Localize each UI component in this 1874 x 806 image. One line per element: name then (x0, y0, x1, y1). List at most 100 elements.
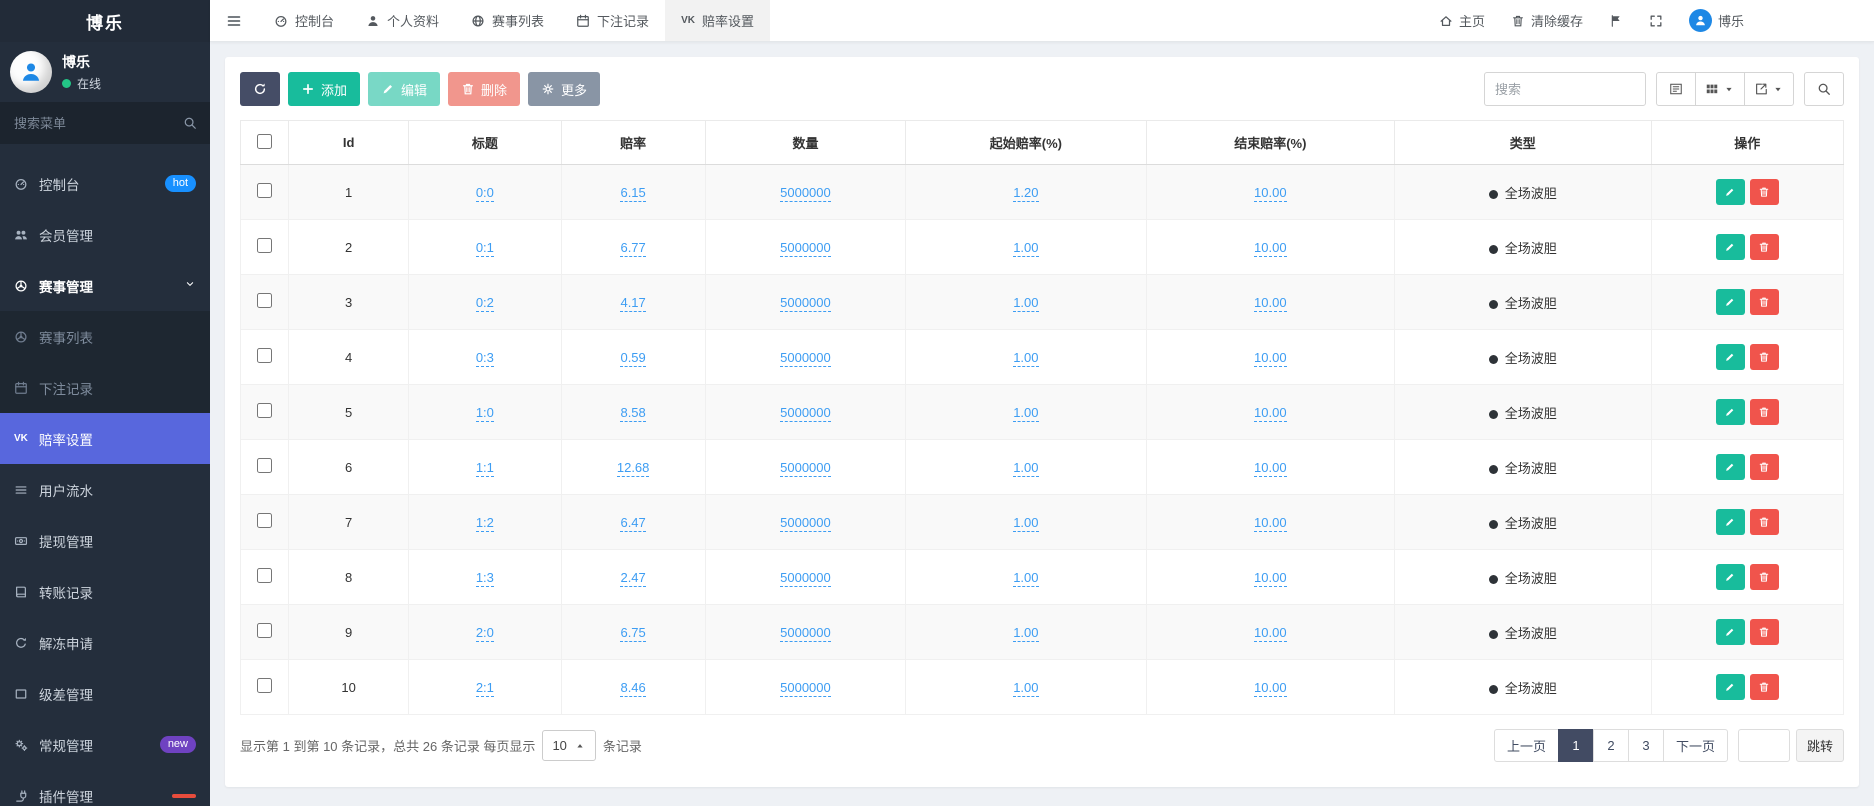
editable-end-odds[interactable]: 10.00 (1254, 295, 1287, 312)
editable-title[interactable]: 0:3 (476, 350, 494, 367)
row-checkbox[interactable] (257, 568, 272, 583)
editable-amount[interactable]: 5000000 (780, 240, 831, 257)
more-button[interactable]: 更多 (528, 72, 600, 106)
column-header-类型[interactable]: 类型 (1395, 121, 1651, 165)
editable-start-odds[interactable]: 1.00 (1013, 405, 1038, 422)
select-all-checkbox[interactable] (257, 134, 272, 149)
sidebar-item-常规管理[interactable]: 常规管理new (0, 719, 210, 770)
row-checkbox[interactable] (257, 513, 272, 528)
sidebar-item-级差管理[interactable]: 级差管理 (0, 668, 210, 719)
sidebar-item-赔率设置[interactable]: VK赔率设置 (0, 413, 210, 464)
editable-amount[interactable]: 5000000 (780, 295, 831, 312)
delete-button[interactable]: 删除 (448, 72, 520, 106)
row-edit-button[interactable] (1716, 289, 1745, 315)
editable-start-odds[interactable]: 1.00 (1013, 460, 1038, 477)
sidebar-item-用户流水[interactable]: 用户流水 (0, 464, 210, 515)
row-checkbox[interactable] (257, 458, 272, 473)
columns-button[interactable] (1695, 72, 1745, 106)
search-toggle-button[interactable] (1804, 72, 1844, 106)
editable-title[interactable]: 0:1 (476, 240, 494, 257)
next-page-button[interactable]: 下一页 (1663, 729, 1728, 762)
editable-start-odds[interactable]: 1.00 (1013, 680, 1038, 697)
tab-赛事列表[interactable]: 赛事列表 (455, 0, 560, 41)
column-header-起始赔率(%)[interactable]: 起始赔率(%) (906, 121, 1146, 165)
row-checkbox[interactable] (257, 293, 272, 308)
editable-odds[interactable]: 6.77 (620, 240, 645, 257)
editable-amount[interactable]: 5000000 (780, 515, 831, 532)
row-delete-button[interactable] (1750, 344, 1779, 370)
editable-odds[interactable]: 6.47 (620, 515, 645, 532)
editable-end-odds[interactable]: 10.00 (1254, 570, 1287, 587)
editable-amount[interactable]: 5000000 (780, 405, 831, 422)
editable-title[interactable]: 0:2 (476, 295, 494, 312)
clear-cache-link[interactable]: 清除缓存 (1511, 11, 1583, 30)
row-delete-button[interactable] (1750, 179, 1779, 205)
editable-odds[interactable]: 6.75 (620, 625, 645, 642)
editable-odds[interactable]: 0.59 (620, 350, 645, 367)
editable-title[interactable]: 1:3 (476, 570, 494, 587)
sidebar-item-下注记录[interactable]: 下注记录 (0, 362, 210, 413)
editable-start-odds[interactable]: 1.00 (1013, 515, 1038, 532)
editable-end-odds[interactable]: 10.00 (1254, 240, 1287, 257)
editable-amount[interactable]: 5000000 (780, 570, 831, 587)
row-edit-button[interactable] (1716, 344, 1745, 370)
tab-个人资料[interactable]: 个人资料 (350, 0, 455, 41)
tab-控制台[interactable]: 控制台 (258, 0, 350, 41)
brand-logo[interactable]: 博乐 (0, 0, 210, 42)
table-search-input[interactable] (1484, 72, 1646, 106)
editable-start-odds[interactable]: 1.00 (1013, 570, 1038, 587)
column-header-操作[interactable]: 操作 (1651, 121, 1844, 165)
sidebar-item-转账记录[interactable]: 转账记录 (0, 566, 210, 617)
column-header-Id[interactable]: Id (289, 121, 409, 165)
sidebar-toggle-button[interactable] (210, 0, 258, 41)
detail-view-button[interactable] (1656, 72, 1696, 106)
editable-start-odds[interactable]: 1.00 (1013, 240, 1038, 257)
editable-odds[interactable]: 6.15 (620, 185, 645, 202)
row-edit-button[interactable] (1716, 564, 1745, 590)
page-size-dropdown[interactable]: 10 (542, 730, 595, 761)
row-checkbox[interactable] (257, 623, 272, 638)
sidebar-item-赛事管理[interactable]: 赛事管理 (0, 260, 210, 311)
column-header-结束赔率(%)[interactable]: 结束赔率(%) (1146, 121, 1394, 165)
column-header-赔率[interactable]: 赔率 (561, 121, 705, 165)
editable-end-odds[interactable]: 10.00 (1254, 185, 1287, 202)
jump-page-input[interactable] (1738, 729, 1790, 762)
editable-title[interactable]: 1:2 (476, 515, 494, 532)
prev-page-button[interactable]: 上一页 (1494, 729, 1559, 762)
editable-amount[interactable]: 5000000 (780, 680, 831, 697)
home-link[interactable]: 主页 (1439, 11, 1485, 30)
editable-end-odds[interactable]: 10.00 (1254, 350, 1287, 367)
row-edit-button[interactable] (1716, 399, 1745, 425)
editable-title[interactable]: 1:1 (476, 460, 494, 477)
editable-title[interactable]: 2:0 (476, 625, 494, 642)
editable-start-odds[interactable]: 1.00 (1013, 625, 1038, 642)
refresh-button[interactable] (240, 72, 280, 106)
row-edit-button[interactable] (1716, 509, 1745, 535)
editable-end-odds[interactable]: 10.00 (1254, 680, 1287, 697)
row-edit-button[interactable] (1716, 674, 1745, 700)
row-delete-button[interactable] (1750, 564, 1779, 590)
editable-start-odds[interactable]: 1.00 (1013, 350, 1038, 367)
editable-odds[interactable]: 4.17 (620, 295, 645, 312)
row-edit-button[interactable] (1716, 619, 1745, 645)
jump-button[interactable]: 跳转 (1796, 729, 1844, 762)
row-delete-button[interactable] (1750, 674, 1779, 700)
editable-odds[interactable]: 12.68 (617, 460, 650, 477)
editable-start-odds[interactable]: 1.00 (1013, 295, 1038, 312)
page-button-3[interactable]: 3 (1628, 729, 1664, 762)
sidebar-search-input[interactable] (0, 102, 210, 144)
editable-amount[interactable]: 5000000 (780, 350, 831, 367)
row-delete-button[interactable] (1750, 454, 1779, 480)
row-checkbox[interactable] (257, 238, 272, 253)
editable-end-odds[interactable]: 10.00 (1254, 405, 1287, 422)
user-avatar[interactable] (10, 51, 52, 93)
page-button-2[interactable]: 2 (1593, 729, 1629, 762)
editable-end-odds[interactable]: 10.00 (1254, 460, 1287, 477)
editable-amount[interactable]: 5000000 (780, 625, 831, 642)
editable-odds[interactable]: 8.46 (620, 680, 645, 697)
editable-title[interactable]: 0:0 (476, 185, 494, 202)
row-delete-button[interactable] (1750, 399, 1779, 425)
user-menu[interactable]: 博乐 (1689, 9, 1744, 32)
editable-amount[interactable]: 5000000 (780, 460, 831, 477)
sidebar-item-赛事列表[interactable]: 赛事列表 (0, 311, 210, 362)
